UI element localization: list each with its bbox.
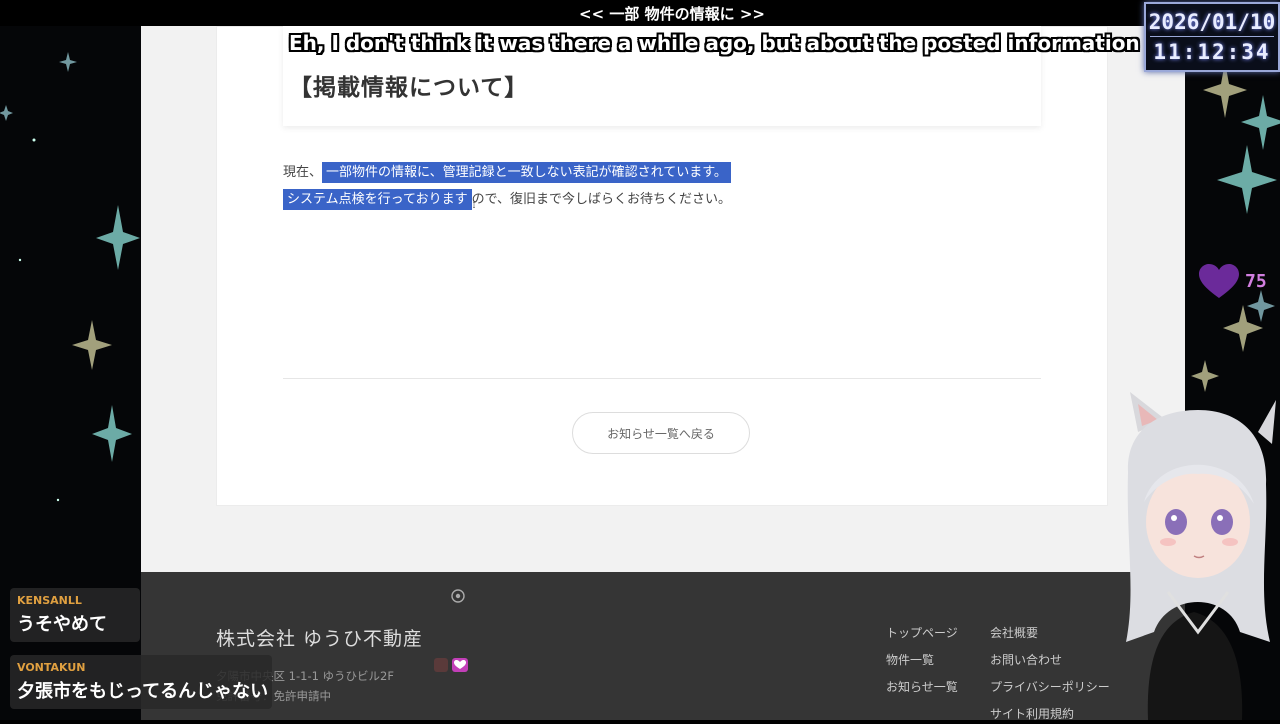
chat-text: うそやめて [17,614,107,635]
banner-text: << 一部 物件の情報に >> [579,5,765,23]
notice-line-2: システム点検を行っております ので、復旧まで今しばらくお待ちください。 [283,187,731,213]
chat-username: VONTAKUN [17,661,86,674]
browser-page: ご 【掲載情報について】 現在、 一部物件の情報に、管理記録と一致しない表記が確認… [141,26,1185,720]
chat-message: VONTAKUN 夕張市をもじってるんじゃない [10,655,272,709]
chat-text: 夕張市をもじってるんじゃない [17,681,269,702]
notice-line-1: 現在、 一部物件の情報に、管理記録と一致しない表記が確認されています。 [283,160,731,186]
footer-link-terms[interactable]: サイト利用規約 [990,705,1074,720]
selected-text-2[interactable]: システム点検を行っております [283,189,472,210]
power-icon[interactable] [451,589,465,603]
translated-subtitle: Eh, I don't think it was there a while a… [289,31,1140,55]
footer-link-news[interactable]: お知らせ一覧 [886,678,958,695]
stream-top-banner: << 一部 物件の情報に >> [0,0,1280,26]
clock-time: 11:12:34 [1153,40,1271,64]
back-to-news-list-button[interactable]: お知らせ一覧へ戻る [572,412,750,454]
company-name: 株式会社 ゆうひ不動産 [216,628,424,650]
footer-link-properties[interactable]: 物件一覧 [886,651,934,668]
vtuber-avatar [1126,392,1276,720]
footer-link-contact[interactable]: お問い合わせ [990,651,1062,668]
stream-clock: 2026/01/10 11:12:34 [1144,2,1280,72]
site-footer: 株式会社 ゆうひ不動産 夕陽市中央区 1-1-1 ゆうひビル2F 免許番号：免許… [141,572,1185,720]
chat-username: KENSANLL [17,594,82,607]
footer-link-top[interactable]: トップページ [886,624,958,641]
notice-title: 【掲載情報について】 [289,74,529,101]
selected-text-1[interactable]: 一部物件の情報に、管理記録と一致しない表記が確認されています。 [322,162,731,183]
chat-emote-icons [434,658,468,672]
chat-message: KENSANLL うそやめて [10,588,140,642]
content-divider [283,378,1041,379]
clock-date: 2026/01/10 [1148,10,1276,34]
footer-link-company[interactable]: 会社概要 [990,624,1038,641]
clock-separator [1150,36,1274,37]
text-cursor-icon [473,202,475,208]
footer-link-privacy[interactable]: プライバシーポリシー [990,678,1110,695]
heart-icon [1199,264,1239,298]
heart-count: 75 [1245,271,1267,292]
line2-rest: ので、復旧まで今しばらくお待ちください。 [471,192,732,207]
line1-prefix: 現在、 [283,165,323,180]
